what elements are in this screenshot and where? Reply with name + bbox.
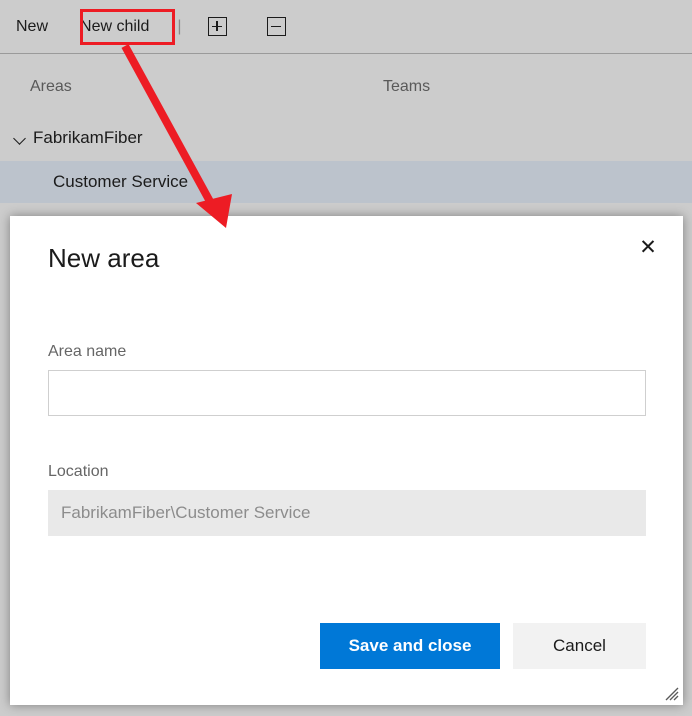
location-input (48, 490, 646, 536)
tree-node-label-child: Customer Service (53, 172, 189, 191)
app-root: New New child | Areas Teams FabrikamFibe… (0, 0, 692, 716)
tree-row-child[interactable]: Customer Service (0, 161, 692, 203)
field-label-area-name: Area name (48, 343, 127, 360)
toolbar-separator: | (177, 17, 182, 35)
field-location: Location (48, 463, 646, 536)
column-headers: Areas Teams (0, 78, 692, 114)
field-label-location: Location (48, 463, 109, 480)
close-icon[interactable]: ✕ (631, 230, 665, 264)
field-area-name: Area name (48, 343, 646, 416)
plus-box-icon (207, 17, 227, 36)
minus-box-icon (266, 17, 286, 36)
dialog-actions: Save and close Cancel (10, 620, 683, 672)
dialog-title: New area (48, 243, 160, 273)
resize-grip-icon[interactable] (665, 687, 679, 701)
chevron-down-icon[interactable] (13, 131, 27, 145)
tree-row-root[interactable]: FabrikamFiber (0, 117, 692, 159)
toolbar: New New child | (0, 0, 692, 54)
new-area-dialog: New area ✕ Area name Location Save and c… (10, 216, 683, 705)
column-header-teams: Teams (383, 78, 431, 95)
column-header-areas: Areas (30, 78, 72, 95)
new-child-button[interactable]: New child (78, 14, 151, 40)
save-and-close-button[interactable]: Save and close (320, 623, 500, 669)
cancel-button[interactable]: Cancel (513, 623, 646, 669)
new-button[interactable]: New (14, 14, 50, 40)
tree-node-label-root: FabrikamFiber (33, 128, 143, 147)
area-name-input[interactable] (48, 370, 646, 416)
expand-all-button[interactable] (207, 17, 227, 36)
collapse-all-button[interactable] (266, 17, 286, 36)
